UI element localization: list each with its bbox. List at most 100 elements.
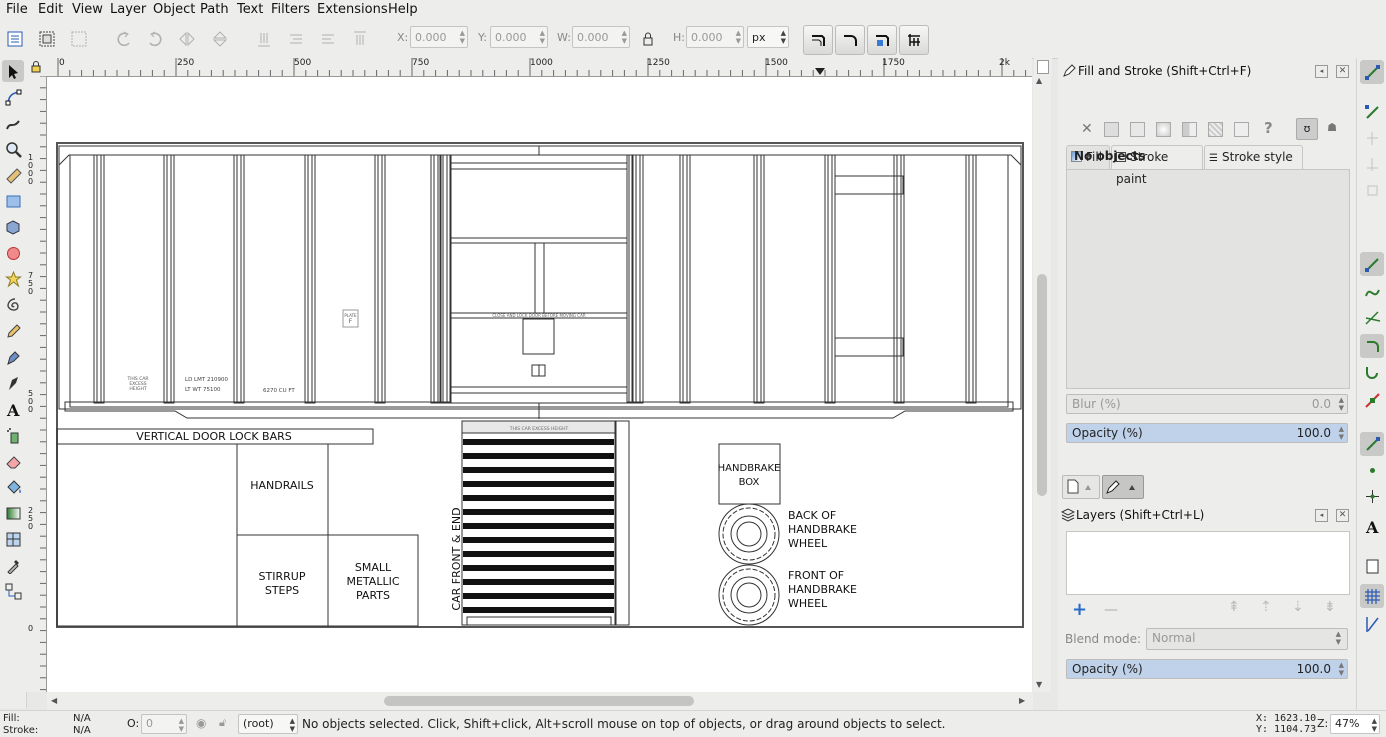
layers-iconify-icon[interactable]: ◂ bbox=[1315, 509, 1328, 522]
pattern-icon[interactable] bbox=[1208, 122, 1223, 137]
opacity-slider[interactable]: Opacity (%) 100.0 ▲ ▼ bbox=[1066, 423, 1348, 443]
scroll-down-icon[interactable]: ▼ bbox=[1036, 680, 1048, 689]
star-tool-icon[interactable] bbox=[2, 268, 24, 290]
panel-iconify-icon[interactable]: ◂ bbox=[1315, 65, 1328, 78]
layer-opacity-slider[interactable]: Opacity (%) 100.0 ▲ ▼ bbox=[1066, 659, 1348, 679]
add-layer-icon[interactable]: + bbox=[1072, 599, 1087, 620]
fill-indicator-value[interactable]: N/A bbox=[73, 713, 91, 724]
scale-corners-toggle[interactable] bbox=[835, 25, 865, 55]
scroll-right-icon[interactable]: ▶ bbox=[1019, 696, 1025, 705]
mesh-tool-icon[interactable] bbox=[2, 528, 24, 550]
menu-file[interactable]: File bbox=[6, 2, 28, 17]
rotate-ccw-icon[interactable] bbox=[112, 27, 136, 51]
menu-object[interactable]: Object bbox=[153, 2, 195, 17]
snap-cusp-nodes-icon[interactable] bbox=[1360, 334, 1384, 358]
toggle-visibility-icon[interactable]: ◉ bbox=[196, 716, 206, 730]
text-tool-icon[interactable]: A bbox=[2, 398, 24, 420]
menu-path[interactable]: Path bbox=[200, 2, 229, 17]
swatch-icon[interactable] bbox=[1234, 122, 1249, 137]
snap-bbox-icon[interactable] bbox=[1360, 100, 1384, 124]
fill-rule-nonzero-icon[interactable]: ☗ bbox=[1322, 118, 1342, 138]
connector-tool-icon[interactable] bbox=[2, 580, 24, 602]
snap-text-baseline-icon[interactable]: A bbox=[1360, 514, 1384, 538]
snap-intersections-icon[interactable] bbox=[1360, 306, 1384, 330]
drawing-canvas[interactable]: CLOSE AND LOCK DOOR BEFORE MOVING CAR PL… bbox=[47, 77, 1032, 692]
unit-select[interactable]: px ▲ ▼ bbox=[747, 26, 789, 48]
snap-nodes-icon[interactable] bbox=[1360, 252, 1384, 276]
pen-tool-icon[interactable] bbox=[2, 346, 24, 368]
menu-text[interactable]: Text bbox=[237, 2, 263, 17]
menu-filters[interactable]: Filters bbox=[271, 2, 310, 17]
x-field[interactable]: 0.000 ▲ ▼ bbox=[410, 26, 468, 48]
menu-view[interactable]: View bbox=[72, 2, 103, 17]
selector-tool-icon[interactable] bbox=[2, 60, 24, 82]
scroll-up-icon[interactable]: ▲ bbox=[1036, 76, 1048, 85]
snap-midpoints-icon[interactable] bbox=[1360, 388, 1384, 412]
measure-tool-icon[interactable] bbox=[2, 164, 24, 186]
radial-gradient-icon[interactable] bbox=[1156, 122, 1171, 137]
transform-patterns-toggle[interactable] bbox=[899, 25, 929, 55]
toggle-lock-icon[interactable]: 🔓︎ bbox=[219, 716, 226, 730]
lock-ratio-icon[interactable] bbox=[636, 27, 660, 51]
transform-gradients-toggle[interactable] bbox=[867, 25, 897, 55]
h-field[interactable]: 0.000 ▲ ▼ bbox=[686, 26, 744, 48]
layer-lower-icon[interactable]: ⇣ bbox=[1292, 599, 1304, 615]
select-all-layers-icon[interactable] bbox=[35, 27, 59, 51]
lock-guides-icon[interactable] bbox=[26, 58, 46, 76]
snap-bbox-midpoint-icon[interactable] bbox=[1360, 178, 1384, 202]
horizontal-scroll-thumb[interactable] bbox=[384, 696, 694, 706]
layers-close-icon[interactable]: ✕ bbox=[1336, 509, 1349, 522]
flip-horizontal-icon[interactable] bbox=[175, 27, 199, 51]
mesh-gradient-icon[interactable] bbox=[1182, 122, 1197, 137]
snap-rotation-center-icon[interactable] bbox=[1360, 484, 1384, 508]
fill-rule-evenodd-icon[interactable]: ʊ bbox=[1296, 118, 1318, 140]
menu-help[interactable]: Help bbox=[388, 2, 418, 17]
snap-others-icon[interactable] bbox=[1360, 432, 1384, 456]
ellipse-tool-icon[interactable] bbox=[2, 242, 24, 264]
pencil-tool-icon[interactable] bbox=[2, 320, 24, 342]
node-tool-icon[interactable] bbox=[2, 86, 24, 108]
calligraphy-tool-icon[interactable] bbox=[2, 372, 24, 394]
panel-close-icon[interactable]: ✕ bbox=[1336, 65, 1349, 78]
menu-extensions[interactable]: Extensions bbox=[317, 2, 388, 17]
flat-color-icon[interactable] bbox=[1104, 122, 1119, 137]
dropper-tool-icon[interactable] bbox=[2, 554, 24, 576]
spray-tool-icon[interactable] bbox=[2, 424, 24, 446]
layer-raise-icon[interactable]: ⇡ bbox=[1260, 599, 1272, 615]
layer-to-bottom-icon[interactable]: ⇟ bbox=[1324, 599, 1336, 615]
eraser-tool-icon[interactable] bbox=[2, 450, 24, 472]
snap-paths-icon[interactable] bbox=[1360, 280, 1384, 304]
lower-to-bottom-icon[interactable] bbox=[252, 27, 276, 51]
document-properties-tab[interactable] bbox=[1062, 475, 1100, 499]
tweak-tool-icon[interactable] bbox=[2, 112, 24, 134]
unset-paint-icon[interactable]: ? bbox=[1264, 119, 1273, 137]
blur-slider[interactable]: Blur (%) 0.0 ▲ ▼ bbox=[1066, 394, 1348, 414]
3d-box-tool-icon[interactable] bbox=[2, 216, 24, 238]
zoom-tool-icon[interactable] bbox=[2, 138, 24, 160]
snap-center-icon[interactable] bbox=[1360, 458, 1384, 482]
snap-page-border-icon[interactable] bbox=[1360, 554, 1384, 578]
layer-to-top-icon[interactable]: ⇞ bbox=[1228, 599, 1240, 615]
menu-layer[interactable]: Layer bbox=[110, 2, 146, 17]
no-paint-icon[interactable]: ✕ bbox=[1081, 121, 1093, 137]
gradient-tool-icon[interactable] bbox=[2, 502, 24, 524]
snap-guide-icon[interactable] bbox=[1360, 612, 1384, 636]
lower-icon[interactable] bbox=[284, 27, 308, 51]
select-all-icon[interactable] bbox=[3, 27, 27, 51]
snap-bbox-edge-icon[interactable] bbox=[1360, 126, 1384, 150]
w-field[interactable]: 0.000 ▲ ▼ bbox=[572, 26, 630, 48]
zoom-field[interactable]: 47% ▲ ▼ bbox=[1330, 714, 1380, 734]
paint-bucket-tool-icon[interactable] bbox=[2, 476, 24, 498]
spiral-tool-icon[interactable] bbox=[2, 294, 24, 316]
rectangle-tool-icon[interactable] bbox=[2, 190, 24, 212]
tab-stroke-style[interactable]: ☰ Stroke style bbox=[1204, 145, 1303, 169]
scale-stroke-toggle[interactable] bbox=[803, 25, 833, 55]
deselect-icon[interactable] bbox=[67, 27, 91, 51]
flip-vertical-icon[interactable] bbox=[208, 27, 232, 51]
snap-grid-icon[interactable] bbox=[1360, 584, 1384, 608]
horizontal-ruler[interactable]: 0 250 500 750 1000 1250 1500 1750 2k bbox=[46, 58, 1032, 77]
menu-edit[interactable]: Edit bbox=[38, 2, 63, 17]
layers-list[interactable] bbox=[1066, 531, 1350, 595]
current-layer-select[interactable]: (root) ▲ ▼ bbox=[238, 714, 298, 734]
horizontal-scrollbar[interactable]: ◀ ▶ bbox=[47, 692, 1033, 710]
